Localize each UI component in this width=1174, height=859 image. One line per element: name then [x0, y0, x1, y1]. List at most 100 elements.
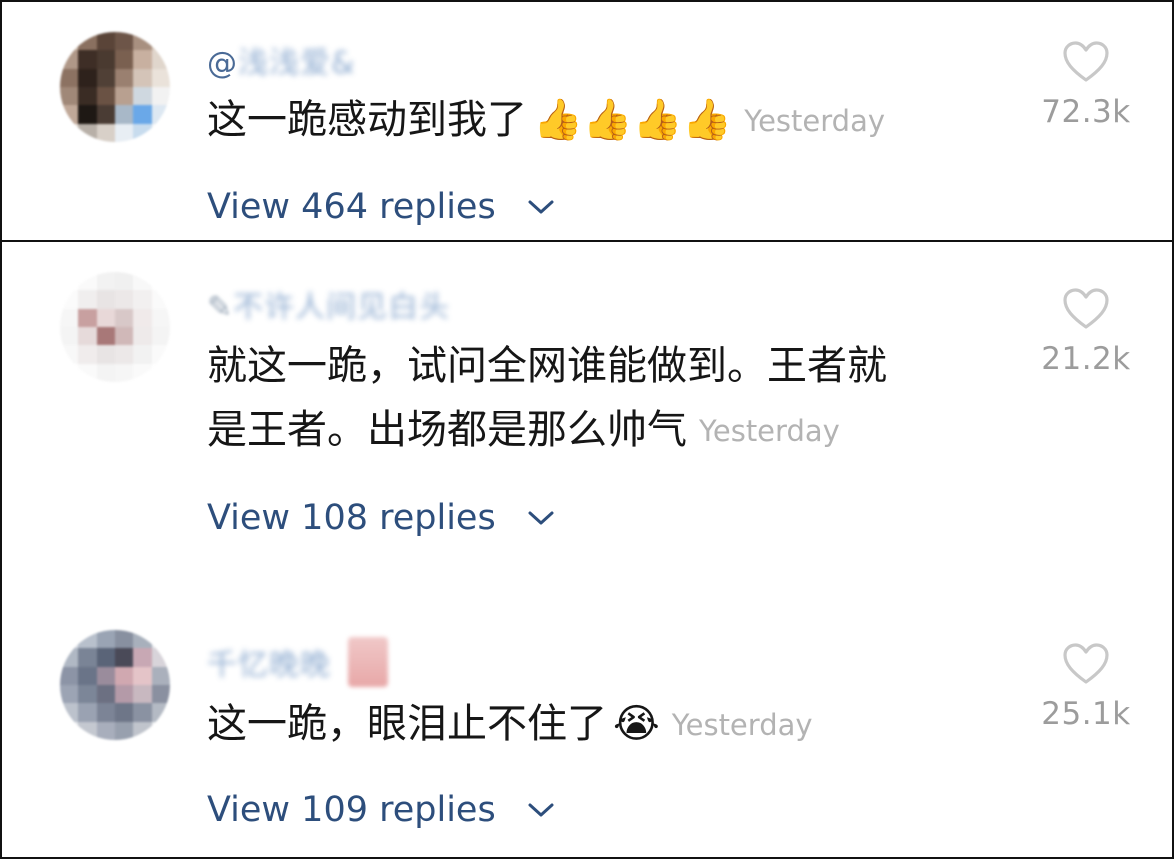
avatar-pixel [151, 363, 170, 382]
username[interactable]: 千忆晚晚 [207, 637, 388, 687]
avatar[interactable] [60, 32, 170, 142]
username-badge [347, 637, 388, 687]
avatar-pixel [78, 87, 97, 106]
avatar-pixel [133, 363, 152, 382]
chevron-down-icon [528, 803, 554, 817]
avatar-pixel [78, 290, 97, 309]
view-replies-label: View 108 replies [207, 498, 496, 538]
comment-body-line-2-wrap: 是王者。出场都是那么帅气 Yesterday [207, 398, 887, 463]
avatar-pixel [78, 50, 97, 69]
avatar-pixel [60, 648, 79, 667]
username-blurred: 千忆晚晚 [207, 648, 331, 683]
chevron-down-icon [528, 200, 554, 214]
avatar-pixel [60, 721, 79, 740]
avatar-pixel [115, 721, 134, 740]
comment-body: 这一跪感动到我了 [207, 97, 527, 143]
avatar-pixel [78, 685, 97, 704]
avatar-pixel [96, 308, 115, 327]
avatar-pixel [78, 32, 97, 51]
avatar-pixel [115, 685, 134, 704]
avatar-pixel [151, 327, 170, 346]
avatar-pixel [151, 666, 170, 685]
avatar-pixel [151, 648, 170, 667]
view-replies-button[interactable]: View 109 replies [207, 790, 556, 830]
avatar-pixel [133, 308, 152, 327]
avatar-pixel [60, 327, 79, 346]
like-button[interactable]: 72.3k [1026, 40, 1146, 130]
like-button[interactable]: 21.2k [1026, 287, 1146, 377]
avatar-pixel [96, 685, 115, 704]
avatar-pixel [60, 685, 79, 704]
avatar-pixel [151, 308, 170, 327]
avatar-pixel [151, 87, 170, 106]
avatar[interactable] [60, 630, 170, 740]
avatar-pixel [96, 648, 115, 667]
avatar-pixel [151, 50, 170, 69]
avatar-pixel [133, 87, 152, 106]
username[interactable]: @浅浅爱& [207, 38, 355, 82]
username-blurred: 浅浅爱& [238, 46, 356, 81]
avatar-pixel [133, 648, 152, 667]
avatar-pixel [133, 123, 152, 142]
view-replies-button[interactable]: View 464 replies [207, 187, 556, 227]
avatar-pixel [115, 123, 134, 142]
avatar-pixel [96, 327, 115, 346]
comment-panel-bottom: ✎不许人间见白头 就这一跪，试问全网谁能做到。王者就 是王者。出场都是那么帅气 Y… [0, 240, 1174, 859]
comment-text: 就这一跪，试问全网谁能做到。王者就 是王者。出场都是那么帅气 Yesterday [207, 334, 887, 463]
like-count: 72.3k [1041, 94, 1131, 130]
avatar-pixel [115, 630, 134, 649]
avatar-pixel [96, 630, 115, 649]
avatar-pixel [96, 50, 115, 69]
avatar-pixel [96, 68, 115, 87]
avatar-pixel [60, 50, 79, 69]
avatar-pixel [60, 105, 79, 124]
like-count: 25.1k [1041, 696, 1131, 732]
avatar-pixel [151, 68, 170, 87]
avatar-pixel [115, 327, 134, 346]
view-replies-button[interactable]: View 108 replies [207, 498, 556, 538]
timestamp: Yesterday [671, 708, 813, 742]
avatar-pixel [151, 721, 170, 740]
avatar-pixel [133, 327, 152, 346]
avatar-pixel [151, 630, 170, 649]
avatar-pixel [78, 363, 97, 382]
comment-body: 这一跪，眼泪止不住了 [207, 701, 607, 747]
avatar-pixel [96, 123, 115, 142]
avatar-pixel [96, 32, 115, 51]
avatar-pixel [78, 721, 97, 740]
avatar-pixel [115, 68, 134, 87]
comment-body-line-1: 就这一跪，试问全网谁能做到。王者就 [207, 343, 887, 389]
avatar-pixel [115, 666, 134, 685]
avatar-pixel [96, 87, 115, 106]
avatar-pixel [133, 345, 152, 364]
avatar-pixel [115, 648, 134, 667]
avatar-pixel [151, 290, 170, 309]
avatar-pixel [60, 630, 79, 649]
crying-face-emoji: 😭 [613, 701, 660, 747]
timestamp: Yesterday [744, 104, 885, 138]
timestamp: Yesterday [699, 414, 840, 448]
username-prefix: ✎ [207, 290, 234, 325]
avatar-pixel [151, 272, 170, 291]
avatar-pixel [60, 308, 79, 327]
avatar-pixel [60, 68, 79, 87]
avatar-pixel [78, 666, 97, 685]
username[interactable]: ✎不许人间见白头 [207, 282, 450, 326]
like-button[interactable]: 25.1k [1026, 642, 1146, 732]
heart-outline-icon [1063, 41, 1109, 82]
avatar-pixel [151, 32, 170, 51]
avatar-pixel [133, 290, 152, 309]
heart-outline-icon [1063, 643, 1109, 684]
avatar-pixel [78, 630, 97, 649]
avatar-pixel [60, 272, 79, 291]
avatar-pixel [151, 703, 170, 722]
avatar-pixel [133, 105, 152, 124]
avatar[interactable] [60, 272, 170, 382]
avatar-pixel [78, 648, 97, 667]
avatar-pixel [78, 123, 97, 142]
view-replies-label: View 464 replies [207, 187, 496, 227]
avatar-pixel [115, 308, 134, 327]
avatar-pixel [60, 87, 79, 106]
avatar-pixel [78, 68, 97, 87]
avatar-pixel [151, 685, 170, 704]
